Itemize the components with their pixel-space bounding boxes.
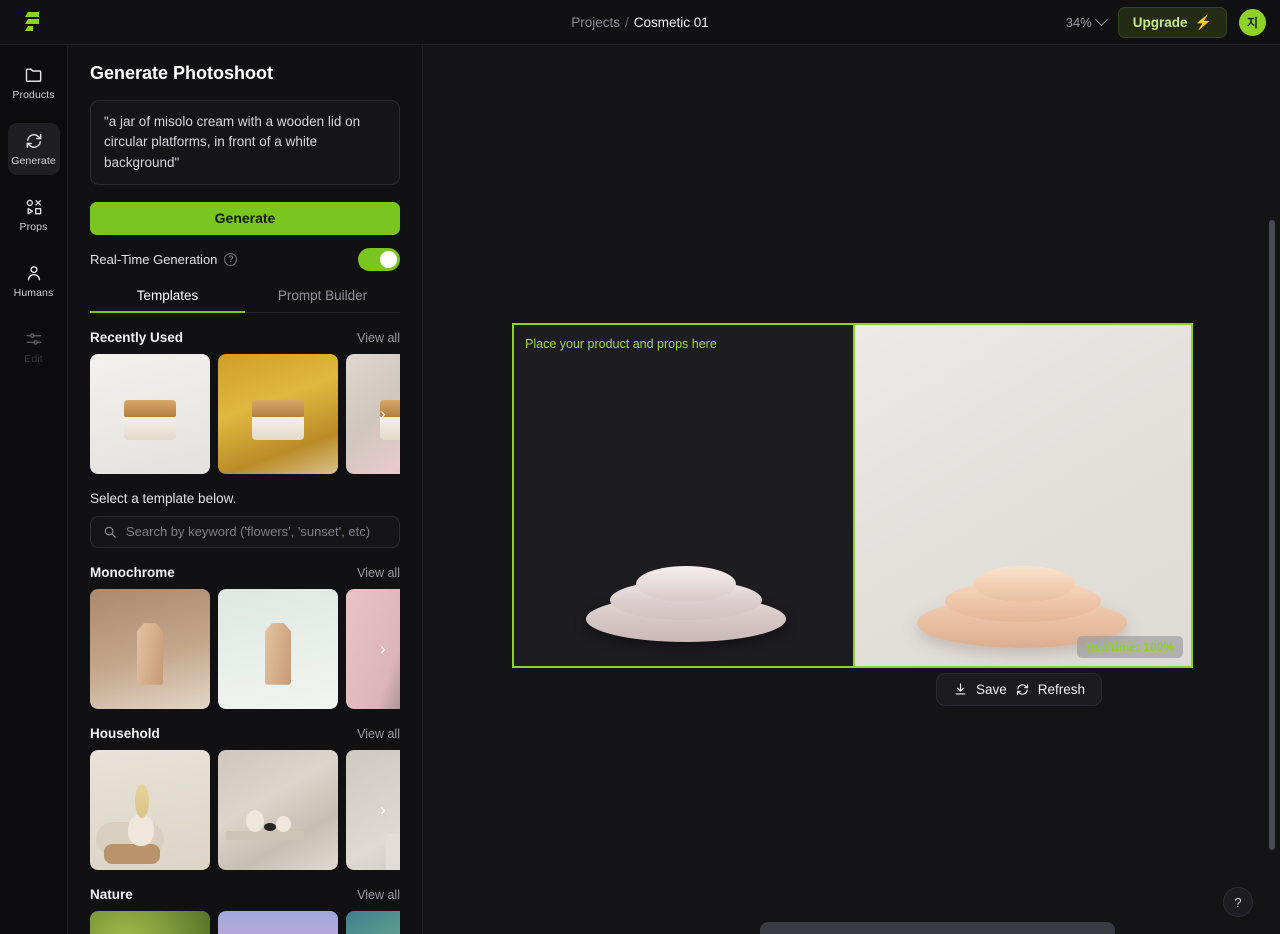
save-button[interactable]: Save [953,682,1007,697]
sidebar-item-label: Props [19,221,48,233]
canvas-area[interactable]: Place your product and props here Realti… [423,45,1280,934]
shapes-icon [24,197,44,217]
template-thumbnail[interactable] [218,749,338,870]
template-thumbnail[interactable] [90,910,210,934]
template-thumbnail[interactable] [218,588,338,709]
section-title: Household [90,725,160,741]
refresh-icon [1016,684,1028,695]
sidebar-item-props[interactable]: Props [8,189,60,241]
top-bar: Projects / Cosmetic 01 34% Upgrade ⚡ 지 [0,0,1280,45]
zoom-level-label: 34% [1065,15,1092,30]
bolt-icon: ⚡ [1194,14,1212,30]
sidebar-item-edit: Edit [8,321,60,373]
template-thumbnail[interactable] [218,353,338,474]
generate-button[interactable]: Generate [90,201,400,235]
stage-editor-side[interactable]: Place your product and props here [514,325,853,666]
person-icon [24,263,44,283]
breadcrumb-current-project[interactable]: Cosmetic 01 [634,15,709,30]
prompt-input[interactable]: "a jar of misolo cream with a wooden lid… [90,100,400,185]
sidebar-item-generate[interactable]: Generate [7,123,60,175]
help-circle-icon[interactable]: ? [224,252,238,266]
composition-stage[interactable]: Place your product and props here Realti… [512,323,1193,668]
template-thumbnail[interactable] [90,353,210,474]
realtime-generation-row: Real-Time Generation ? [90,247,400,271]
realtime-status-badge: Realtime: 100% [1076,636,1183,658]
save-label: Save [976,682,1007,697]
generate-panel: Generate Photoshoot "a jar of misolo cre… [68,45,423,934]
stage-preview-side[interactable]: Realtime: 100% [855,325,1191,666]
placeholder-hint: Place your product and props here [525,337,717,351]
tab-prompt-builder[interactable]: Prompt Builder [245,288,400,312]
recently-used-carousel: › [90,353,400,474]
select-template-hint: Select a template below. [90,490,237,506]
section-title: Recently Used [90,329,184,345]
search-placeholder: Search by keyword ('flowers', 'sunset', … [126,524,371,540]
help-button[interactable]: ? [1223,887,1253,917]
template-thumbnail[interactable] [90,588,210,709]
upgrade-label: Upgrade [1132,15,1188,30]
household-header: Household View all [90,726,400,741]
household-carousel: › [90,749,400,870]
refresh-button[interactable]: Refresh [1015,682,1085,697]
carousel-next-button[interactable]: › [366,750,400,870]
nature-carousel: › [90,910,400,934]
sidebar-item-label: Humans [13,287,54,299]
upgrade-button[interactable]: Upgrade ⚡ [1117,7,1227,38]
folder-icon [24,65,44,85]
section-title: Monochrome [90,564,175,580]
bottom-toolbar[interactable] [760,922,1115,934]
avatar[interactable]: 지 [1239,9,1266,36]
breadcrumb-separator: / [624,15,629,30]
section-title: Nature [90,886,133,902]
monochrome-header: Monochrome View all [90,565,400,580]
sidebar-item-label: Generate [11,155,56,167]
download-icon [955,683,966,695]
sliders-icon [24,329,44,349]
chevron-down-icon [1094,13,1108,27]
nature-header: Nature View all [90,887,400,902]
sidebar: Products Generate Props Humans Edit [0,45,68,934]
refresh-label: Refresh [1037,682,1086,697]
generated-podium-preview [917,558,1127,648]
template-search-input[interactable]: Search by keyword ('flowers', 'sunset', … [90,515,400,548]
page-title: Generate Photoshoot [90,63,274,83]
podium-3d-model[interactable] [586,564,786,642]
zoom-control[interactable]: 34% [1065,13,1108,30]
tab-templates[interactable]: Templates [90,288,245,313]
canvas-action-bar: Save Refresh [936,673,1103,706]
recently-used-header: Recently Used View all [90,330,400,345]
sidebar-item-products[interactable]: Products [8,57,60,109]
app-root: Projects / Cosmetic 01 34% Upgrade ⚡ 지 P… [0,0,1280,934]
preview-tier-top [973,566,1075,602]
view-all-link[interactable]: View all [357,566,400,580]
flair-logo-icon [23,11,45,33]
monochrome-carousel: › [90,588,400,709]
panel-tabs: Templates Prompt Builder [90,288,400,313]
search-icon [104,526,116,538]
carousel-next-button[interactable]: › [366,589,400,709]
refresh-cycle-icon [24,131,44,151]
carousel-next-button[interactable]: › [366,354,400,474]
view-all-link[interactable]: View all [357,888,400,902]
carousel-next-button[interactable]: › [366,911,400,934]
sidebar-item-label: Edit [24,353,43,365]
template-thumbnail[interactable] [218,910,338,934]
top-bar-actions: 34% Upgrade ⚡ 지 [1066,0,1266,45]
realtime-toggle[interactable] [358,247,400,271]
sidebar-item-label: Products [12,89,55,101]
view-all-link[interactable]: View all [357,727,400,741]
podium-tier-top [636,566,736,602]
template-thumbnail[interactable] [90,749,210,870]
logo-button[interactable] [0,0,68,45]
sidebar-item-humans[interactable]: Humans [8,255,60,307]
breadcrumb-projects[interactable]: Projects [571,15,620,30]
view-all-link[interactable]: View all [357,331,400,345]
canvas-scrollbar[interactable] [1269,220,1275,850]
realtime-label: Real-Time Generation [90,251,218,267]
